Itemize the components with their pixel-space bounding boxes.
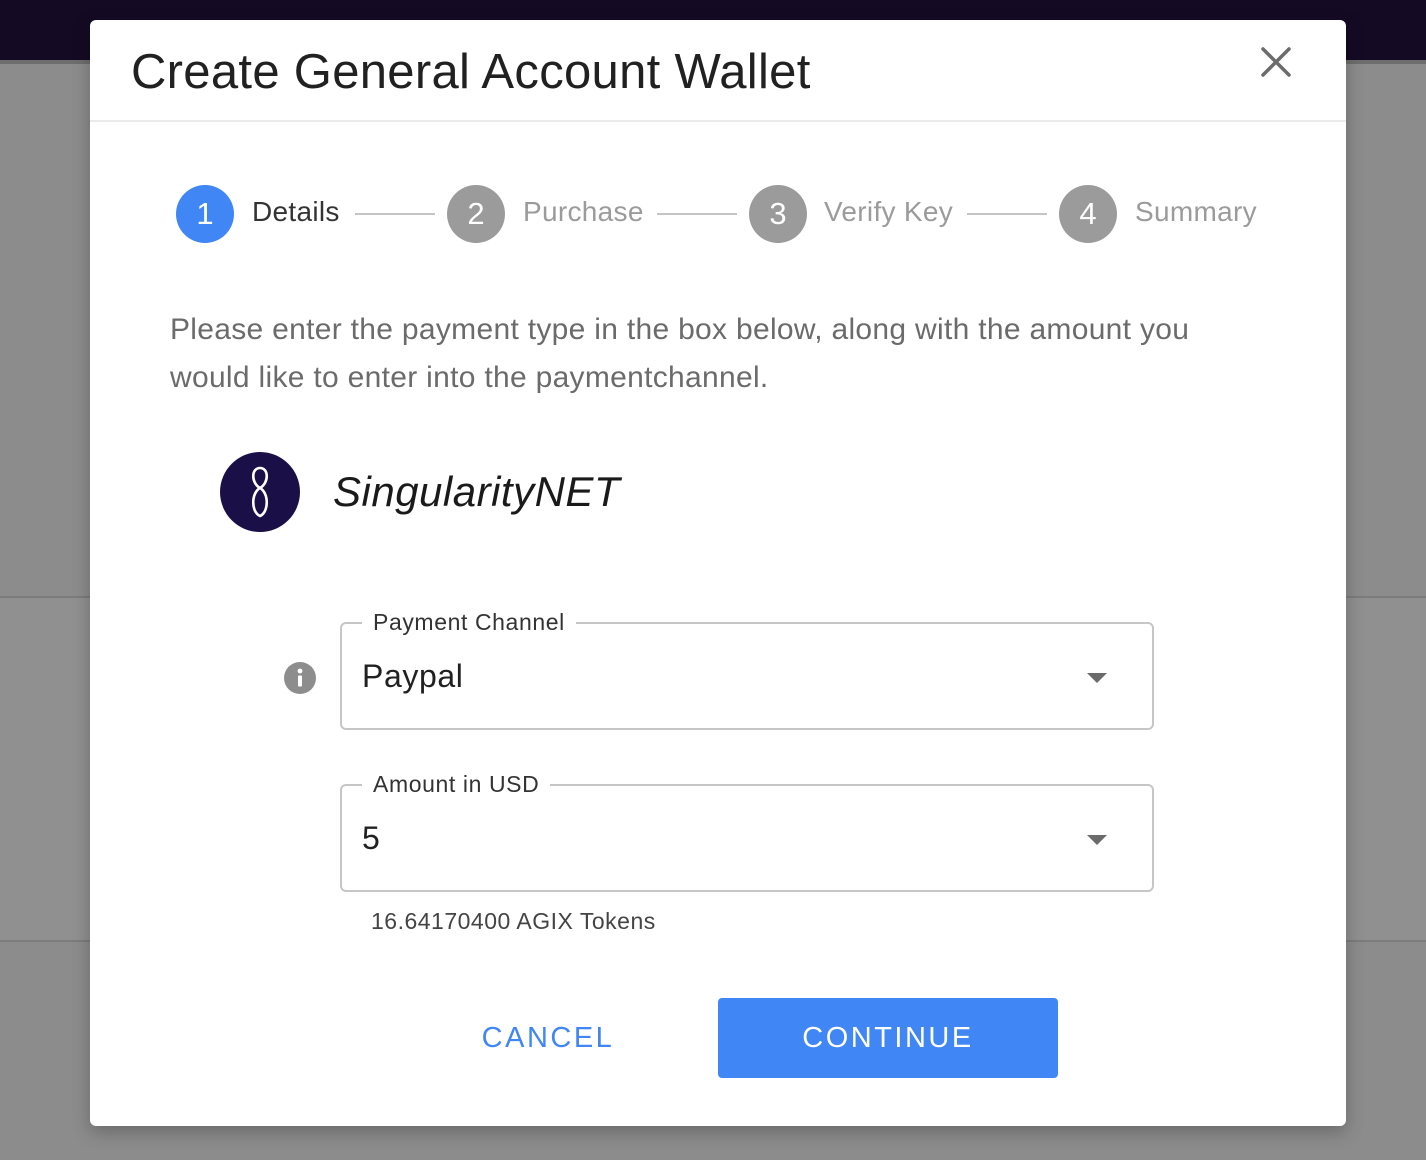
amount-usd-value: 5 — [362, 820, 381, 856]
step-1-label: Details — [252, 196, 340, 227]
info-icon[interactable] — [283, 661, 317, 695]
stepper: 1 Details 2 Purchase 3 Verify Key 4 Summ… — [90, 184, 1346, 244]
step-2-label: Purchase — [523, 196, 644, 227]
amount-usd-select[interactable]: Amount in USD 5 — [340, 768, 1154, 892]
payment-channel-select[interactable]: Payment Channel Paypal — [340, 606, 1154, 730]
close-icon — [1261, 47, 1291, 77]
instructions-text: Please enter the payment type in the box… — [170, 313, 1190, 394]
step-4-label: Summary — [1135, 196, 1257, 227]
cancel-button[interactable]: CANCEL — [453, 1000, 643, 1076]
step-4-number: 4 — [1059, 185, 1117, 243]
step-connector — [355, 213, 435, 215]
amount-usd-label: Amount in USD — [362, 768, 551, 800]
dropdown-arrow-icon — [1085, 672, 1109, 684]
step-3-label: Verify Key — [824, 196, 954, 227]
step-1-number: 1 — [176, 185, 234, 243]
dialog-header: Create General Account Wallet — [90, 20, 1346, 122]
payment-channel-label: Payment Channel — [362, 606, 576, 638]
brand-name: SingularityNET — [333, 468, 621, 515]
singularitynet-logo-icon — [220, 452, 300, 532]
dropdown-arrow-icon — [1085, 834, 1109, 846]
close-button[interactable] — [1256, 42, 1296, 82]
agix-token-conversion: 16.64170400 AGIX Tokens — [371, 908, 656, 934]
step-3-number: 3 — [749, 185, 807, 243]
payment-channel-value: Paypal — [362, 658, 464, 694]
dialog-title: Create General Account Wallet — [131, 45, 811, 99]
continue-button[interactable]: CONTINUE — [718, 998, 1058, 1078]
step-2-number: 2 — [447, 185, 505, 243]
create-wallet-dialog: Create General Account Wallet 1 Details … — [90, 20, 1346, 1126]
step-connector — [657, 213, 737, 215]
step-connector — [967, 213, 1047, 215]
